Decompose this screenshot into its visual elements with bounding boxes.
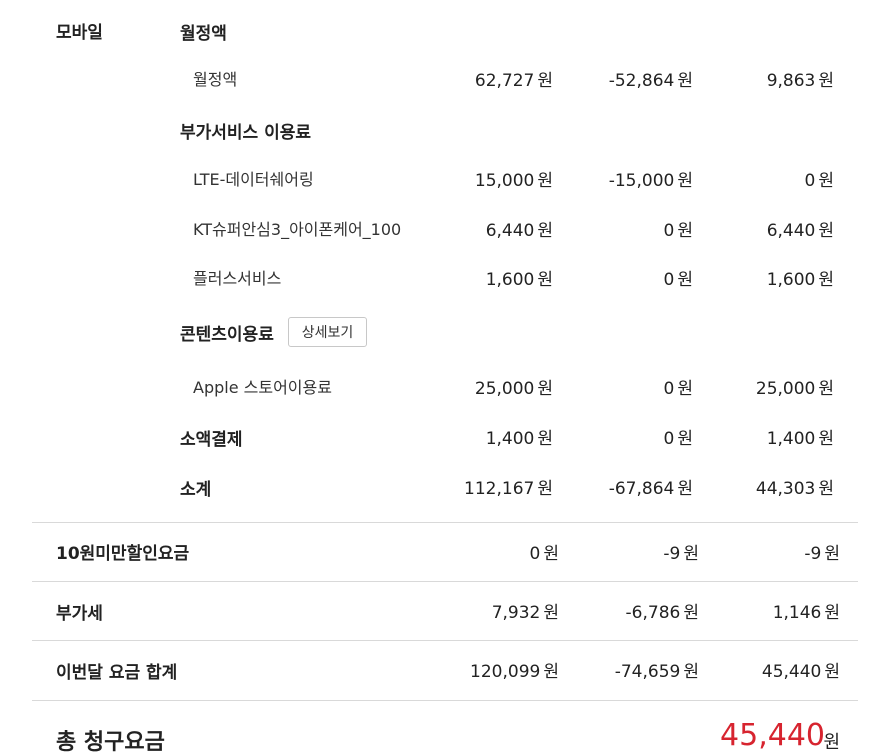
amount-charge: 1,400 원 bbox=[485, 429, 553, 449]
amount-charge: 6,440 원 bbox=[485, 221, 553, 241]
amount-charge: 0원 bbox=[529, 544, 559, 564]
amount-discount: -52,864 원 bbox=[608, 71, 693, 91]
item-label: KT슈퍼안심3_아이폰케어_100 bbox=[193, 220, 402, 239]
amount-billed: 6,440 원 bbox=[766, 221, 834, 241]
item-label: 플러스서비스 bbox=[193, 269, 282, 288]
amount-billed: 45,440 원 bbox=[761, 662, 840, 682]
amount-charge: 62,727 원 bbox=[474, 71, 553, 91]
amount-charge: 25,000 원 bbox=[474, 379, 553, 399]
amount-discount: 0원 bbox=[663, 270, 693, 290]
section-monthly-title: 월정액 bbox=[180, 24, 227, 44]
amount-discount: 0원 bbox=[663, 429, 693, 449]
amount-discount: 0원 bbox=[663, 379, 693, 399]
total-charge-unit: 원 bbox=[823, 732, 840, 753]
amount-charge: 15,000 원 bbox=[474, 171, 553, 191]
amount-billed: 9,863 원 bbox=[766, 71, 834, 91]
section-addon-title: 부가서비스 이용료 bbox=[180, 123, 312, 143]
amount-discount: -74,659 원 bbox=[614, 662, 699, 682]
amount-discount: -6,786 원 bbox=[625, 603, 699, 623]
divider bbox=[32, 700, 858, 701]
item-label: Apple 스토어이용료 bbox=[193, 378, 332, 397]
item-label: 월정액 bbox=[193, 70, 238, 89]
amount-billed: 1,146 원 bbox=[772, 603, 840, 623]
amount-billed: 0원 bbox=[804, 171, 834, 191]
amount-discount: -67,864 원 bbox=[608, 479, 693, 499]
section-content-title: 콘텐츠이용료 bbox=[180, 325, 274, 345]
amount-billed: 1,400 원 bbox=[766, 429, 834, 449]
summary-label: 부가세 bbox=[56, 604, 103, 624]
amount-discount: -15,000 원 bbox=[608, 171, 693, 191]
divider bbox=[32, 640, 858, 641]
amount-discount: -9 원 bbox=[663, 544, 699, 564]
total-charge-label: 총 청구요금 bbox=[56, 730, 165, 755]
summary-label: 이번달 요금 합계 bbox=[56, 663, 178, 683]
item-label: LTE-데이터쉐어링 bbox=[193, 170, 314, 189]
amount-billed: 1,600 원 bbox=[766, 270, 834, 290]
amount-charge: 120,099 원 bbox=[470, 662, 559, 682]
detail-view-button[interactable]: 상세보기 bbox=[288, 317, 367, 347]
category-mobile: 모바일 bbox=[56, 23, 103, 43]
amount-charge: 112,167 원 bbox=[464, 479, 553, 499]
amount-charge: 7,932 원 bbox=[491, 603, 559, 623]
section-micro-payment: 소액결제 bbox=[180, 430, 243, 450]
divider bbox=[32, 522, 858, 523]
section-subtotal: 소계 bbox=[180, 480, 212, 500]
amount-billed: 44,303 원 bbox=[755, 479, 834, 499]
summary-label: 10원미만할인요금 bbox=[56, 544, 190, 564]
divider bbox=[32, 581, 858, 582]
amount-charge: 1,600 원 bbox=[485, 270, 553, 290]
amount-billed: -9 원 bbox=[804, 544, 840, 564]
amount-discount: 0원 bbox=[663, 221, 693, 241]
amount-billed: 25,000 원 bbox=[755, 379, 834, 399]
total-charge-value: 45,440 bbox=[720, 718, 825, 753]
